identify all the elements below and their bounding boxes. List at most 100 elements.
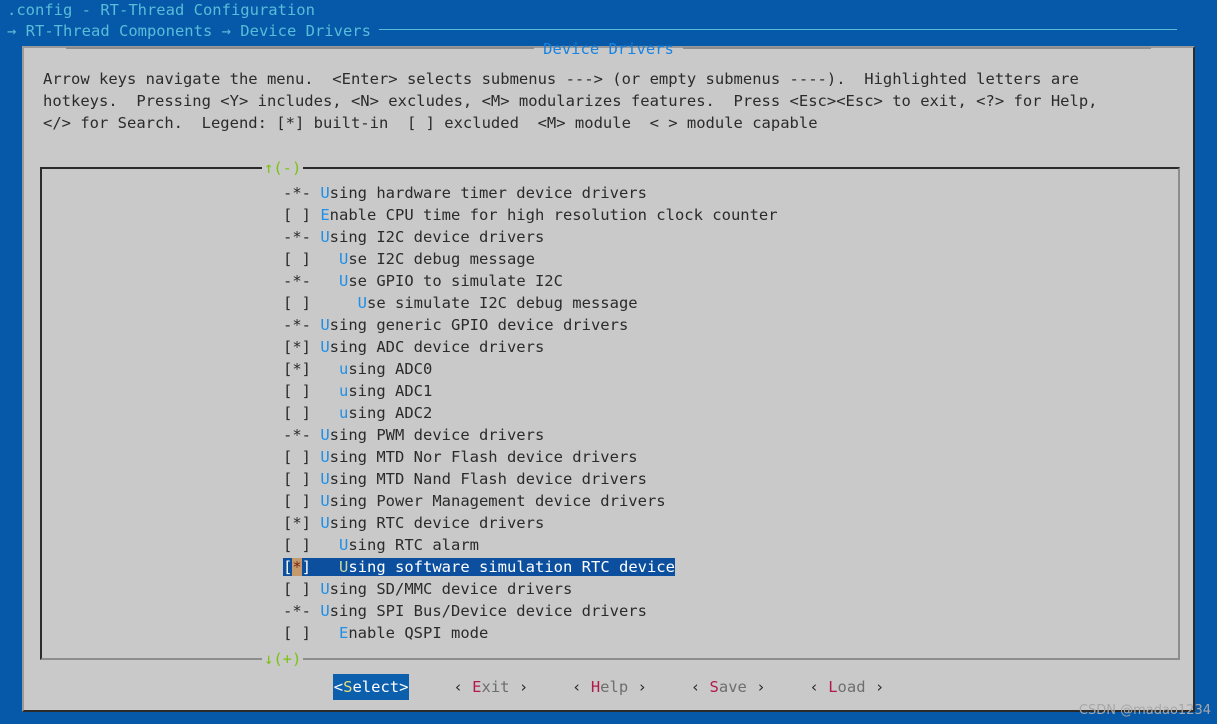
menu-item[interactable]: [*] Using ADC device drivers bbox=[283, 336, 1163, 358]
menu-item-label: se I2C debug message bbox=[348, 250, 535, 268]
menu-item[interactable]: [ ] Use I2C debug message bbox=[283, 248, 1163, 270]
menu-item[interactable]: -*- Using SPI Bus/Device device drivers bbox=[283, 600, 1163, 622]
chevron-left-icon: ‹ bbox=[690, 678, 710, 696]
dialog-title-text: Device Drivers bbox=[543, 40, 674, 58]
help-line: </> for Search. Legend: [*] built-in [ ]… bbox=[43, 114, 818, 132]
menu-item-checkbox[interactable]: [ ] bbox=[283, 448, 320, 466]
menu-item-checkbox[interactable]: [ ] bbox=[283, 492, 320, 510]
button-label: xit bbox=[481, 678, 510, 696]
button-label: ave bbox=[718, 678, 747, 696]
menu-item-checkbox[interactable]: [*] bbox=[283, 514, 320, 532]
menu-item-hotkey: U bbox=[339, 272, 349, 290]
menu-item[interactable]: -*- Using generic GPIO device drivers bbox=[283, 314, 1163, 336]
menu-item-label: sing hardware timer device drivers bbox=[329, 184, 647, 202]
menu-item-hotkey: U bbox=[320, 228, 330, 246]
menu-item[interactable]: [*] Using RTC device drivers bbox=[283, 512, 1163, 534]
menu-item-hotkey: u bbox=[339, 404, 349, 422]
menu-item[interactable]: [*] using ADC0 bbox=[283, 358, 1163, 380]
menu-item-hotkey: u bbox=[339, 382, 349, 400]
button-load[interactable]: ‹ Load › bbox=[810, 674, 885, 700]
menu-item[interactable]: [ ] Using SD/MMC device drivers bbox=[283, 578, 1163, 600]
menu-item-checkbox[interactable]: [*] bbox=[283, 360, 339, 378]
menu-item-checkbox[interactable]: [ ] bbox=[283, 404, 339, 422]
menu-item-checkbox[interactable]: -*- bbox=[283, 316, 320, 334]
help-text: Arrow keys navigate the menu. <Enter> se… bbox=[43, 68, 1183, 134]
menu-item[interactable]: -*- Using hardware timer device drivers bbox=[283, 182, 1163, 204]
menu-item-selected[interactable]: [*] Using software simulation RTC device bbox=[283, 556, 1163, 578]
menu-item-hotkey: U bbox=[320, 602, 330, 620]
button-label: elp bbox=[600, 678, 629, 696]
menu-item-checkbox[interactable]: [ ] bbox=[283, 470, 320, 488]
menu-item[interactable]: [ ] Using RTC alarm bbox=[283, 534, 1163, 556]
menu-item-label: sing MTD Nand Flash device drivers bbox=[329, 470, 647, 488]
menu-item-label: nable CPU time for high resolution clock… bbox=[329, 206, 778, 224]
menu-item-checkbox[interactable]: [*] bbox=[283, 338, 320, 356]
menu-item[interactable]: [ ] Using Power Management device driver… bbox=[283, 490, 1163, 512]
menu-item-hotkey: U bbox=[320, 426, 330, 444]
window-titlebar: .config - RT-Thread Configuration → RT-T… bbox=[0, 0, 1217, 42]
button-bar: <Select> ‹ Exit › ‹ Help › ‹ Save › ‹ Load › bbox=[24, 674, 1193, 700]
menu-item-label: sing I2C device drivers bbox=[329, 228, 545, 246]
menu-item-label: sing ADC1 bbox=[348, 382, 433, 400]
dialog-title-rule-left bbox=[66, 46, 535, 49]
menu-item-hotkey: E bbox=[339, 624, 349, 642]
menu-item[interactable]: [ ] using ADC1 bbox=[283, 380, 1163, 402]
scroll-up-indicator: ↑(-) bbox=[262, 159, 304, 177]
button-save[interactable]: ‹ Save › bbox=[691, 674, 766, 700]
menu-item-hotkey: U bbox=[320, 338, 330, 356]
menu-item-hotkey: U bbox=[339, 558, 349, 576]
help-line: hotkeys. Pressing <Y> includes, <N> excl… bbox=[43, 92, 1098, 110]
menu-item-hotkey: U bbox=[320, 184, 330, 202]
menu-item-checkbox[interactable]: [ ] bbox=[283, 382, 339, 400]
menu-item[interactable]: [ ] using ADC2 bbox=[283, 402, 1163, 424]
dialog-title-rule-right bbox=[682, 46, 1151, 49]
menu-item-label: sing ADC2 bbox=[348, 404, 433, 422]
breadcrumb-rule bbox=[378, 29, 1177, 30]
chevron-right-icon: > bbox=[399, 678, 409, 696]
menu-item-label: sing Power Management device drivers bbox=[329, 492, 666, 510]
menu-item-label: sing software simulation RTC device bbox=[348, 558, 675, 576]
menu-item-hotkey: U bbox=[320, 470, 330, 488]
menu-item-checkbox[interactable]: [ ] bbox=[283, 294, 358, 312]
menu-item[interactable]: [ ] Enable QSPI mode bbox=[283, 622, 1163, 644]
menu-item-checkbox[interactable]: -*- bbox=[283, 602, 320, 620]
button-help[interactable]: ‹ Help › bbox=[572, 674, 647, 700]
menu-item-hotkey: U bbox=[357, 294, 367, 312]
menu-item-checkbox[interactable]: -*- bbox=[283, 272, 339, 290]
menu-item[interactable]: [ ] Enable CPU time for high resolution … bbox=[283, 204, 1163, 226]
menu-item[interactable]: -*- Use GPIO to simulate I2C bbox=[283, 270, 1163, 292]
menu-item-checkbox[interactable]: [ ] bbox=[283, 250, 339, 268]
menu-item-checkbox-open: [ bbox=[283, 558, 293, 576]
watermark: CSDN @madao1234 bbox=[1078, 703, 1211, 718]
menu-item-checkbox[interactable]: [ ] bbox=[283, 580, 320, 598]
button-exit[interactable]: ‹ Exit › bbox=[453, 674, 528, 700]
menu-item-label: nable QSPI mode bbox=[348, 624, 489, 642]
menu-item-checkbox[interactable]: [ ] bbox=[283, 536, 339, 554]
menu-item[interactable]: -*- Using PWM device drivers bbox=[283, 424, 1163, 446]
chevron-right-icon: › bbox=[509, 678, 529, 696]
menu-list[interactable]: -*- Using hardware timer device drivers[… bbox=[283, 182, 1163, 644]
menu-item[interactable]: -*- Using I2C device drivers bbox=[283, 226, 1163, 248]
menu-item[interactable]: [ ] Use simulate I2C debug message bbox=[283, 292, 1163, 314]
menu-item[interactable]: [ ] Using MTD Nand Flash device drivers bbox=[283, 468, 1163, 490]
button-select[interactable]: <Select> bbox=[332, 674, 410, 700]
chevron-right-icon: › bbox=[865, 678, 885, 696]
chevron-left-icon: ‹ bbox=[453, 678, 473, 696]
menu-item-label: sing PWM device drivers bbox=[329, 426, 545, 444]
button-hotkey: L bbox=[828, 678, 838, 696]
menu-item-label: sing ADC0 bbox=[348, 360, 433, 378]
chevron-right-icon: › bbox=[746, 678, 766, 696]
menu-item-hotkey: U bbox=[320, 514, 330, 532]
menu-item-highlight[interactable]: [*] Using software simulation RTC device bbox=[283, 558, 675, 576]
menu-item-hotkey: U bbox=[320, 448, 330, 466]
menu-item-label: sing SPI Bus/Device device drivers bbox=[329, 602, 647, 620]
menu-item-checkbox[interactable]: [ ] bbox=[283, 206, 320, 224]
menu-item-checkbox[interactable]: [ ] bbox=[283, 624, 339, 642]
menu-item-checkbox[interactable]: -*- bbox=[283, 228, 320, 246]
menu-item-hotkey: U bbox=[320, 492, 330, 510]
chevron-left-icon: ‹ bbox=[809, 678, 829, 696]
menu-list-box: ↑(-) -*- Using hardware timer device dri… bbox=[40, 160, 1180, 667]
menu-item-checkbox[interactable]: -*- bbox=[283, 184, 320, 202]
menu-item[interactable]: [ ] Using MTD Nor Flash device drivers bbox=[283, 446, 1163, 468]
menu-item-checkbox[interactable]: -*- bbox=[283, 426, 320, 444]
